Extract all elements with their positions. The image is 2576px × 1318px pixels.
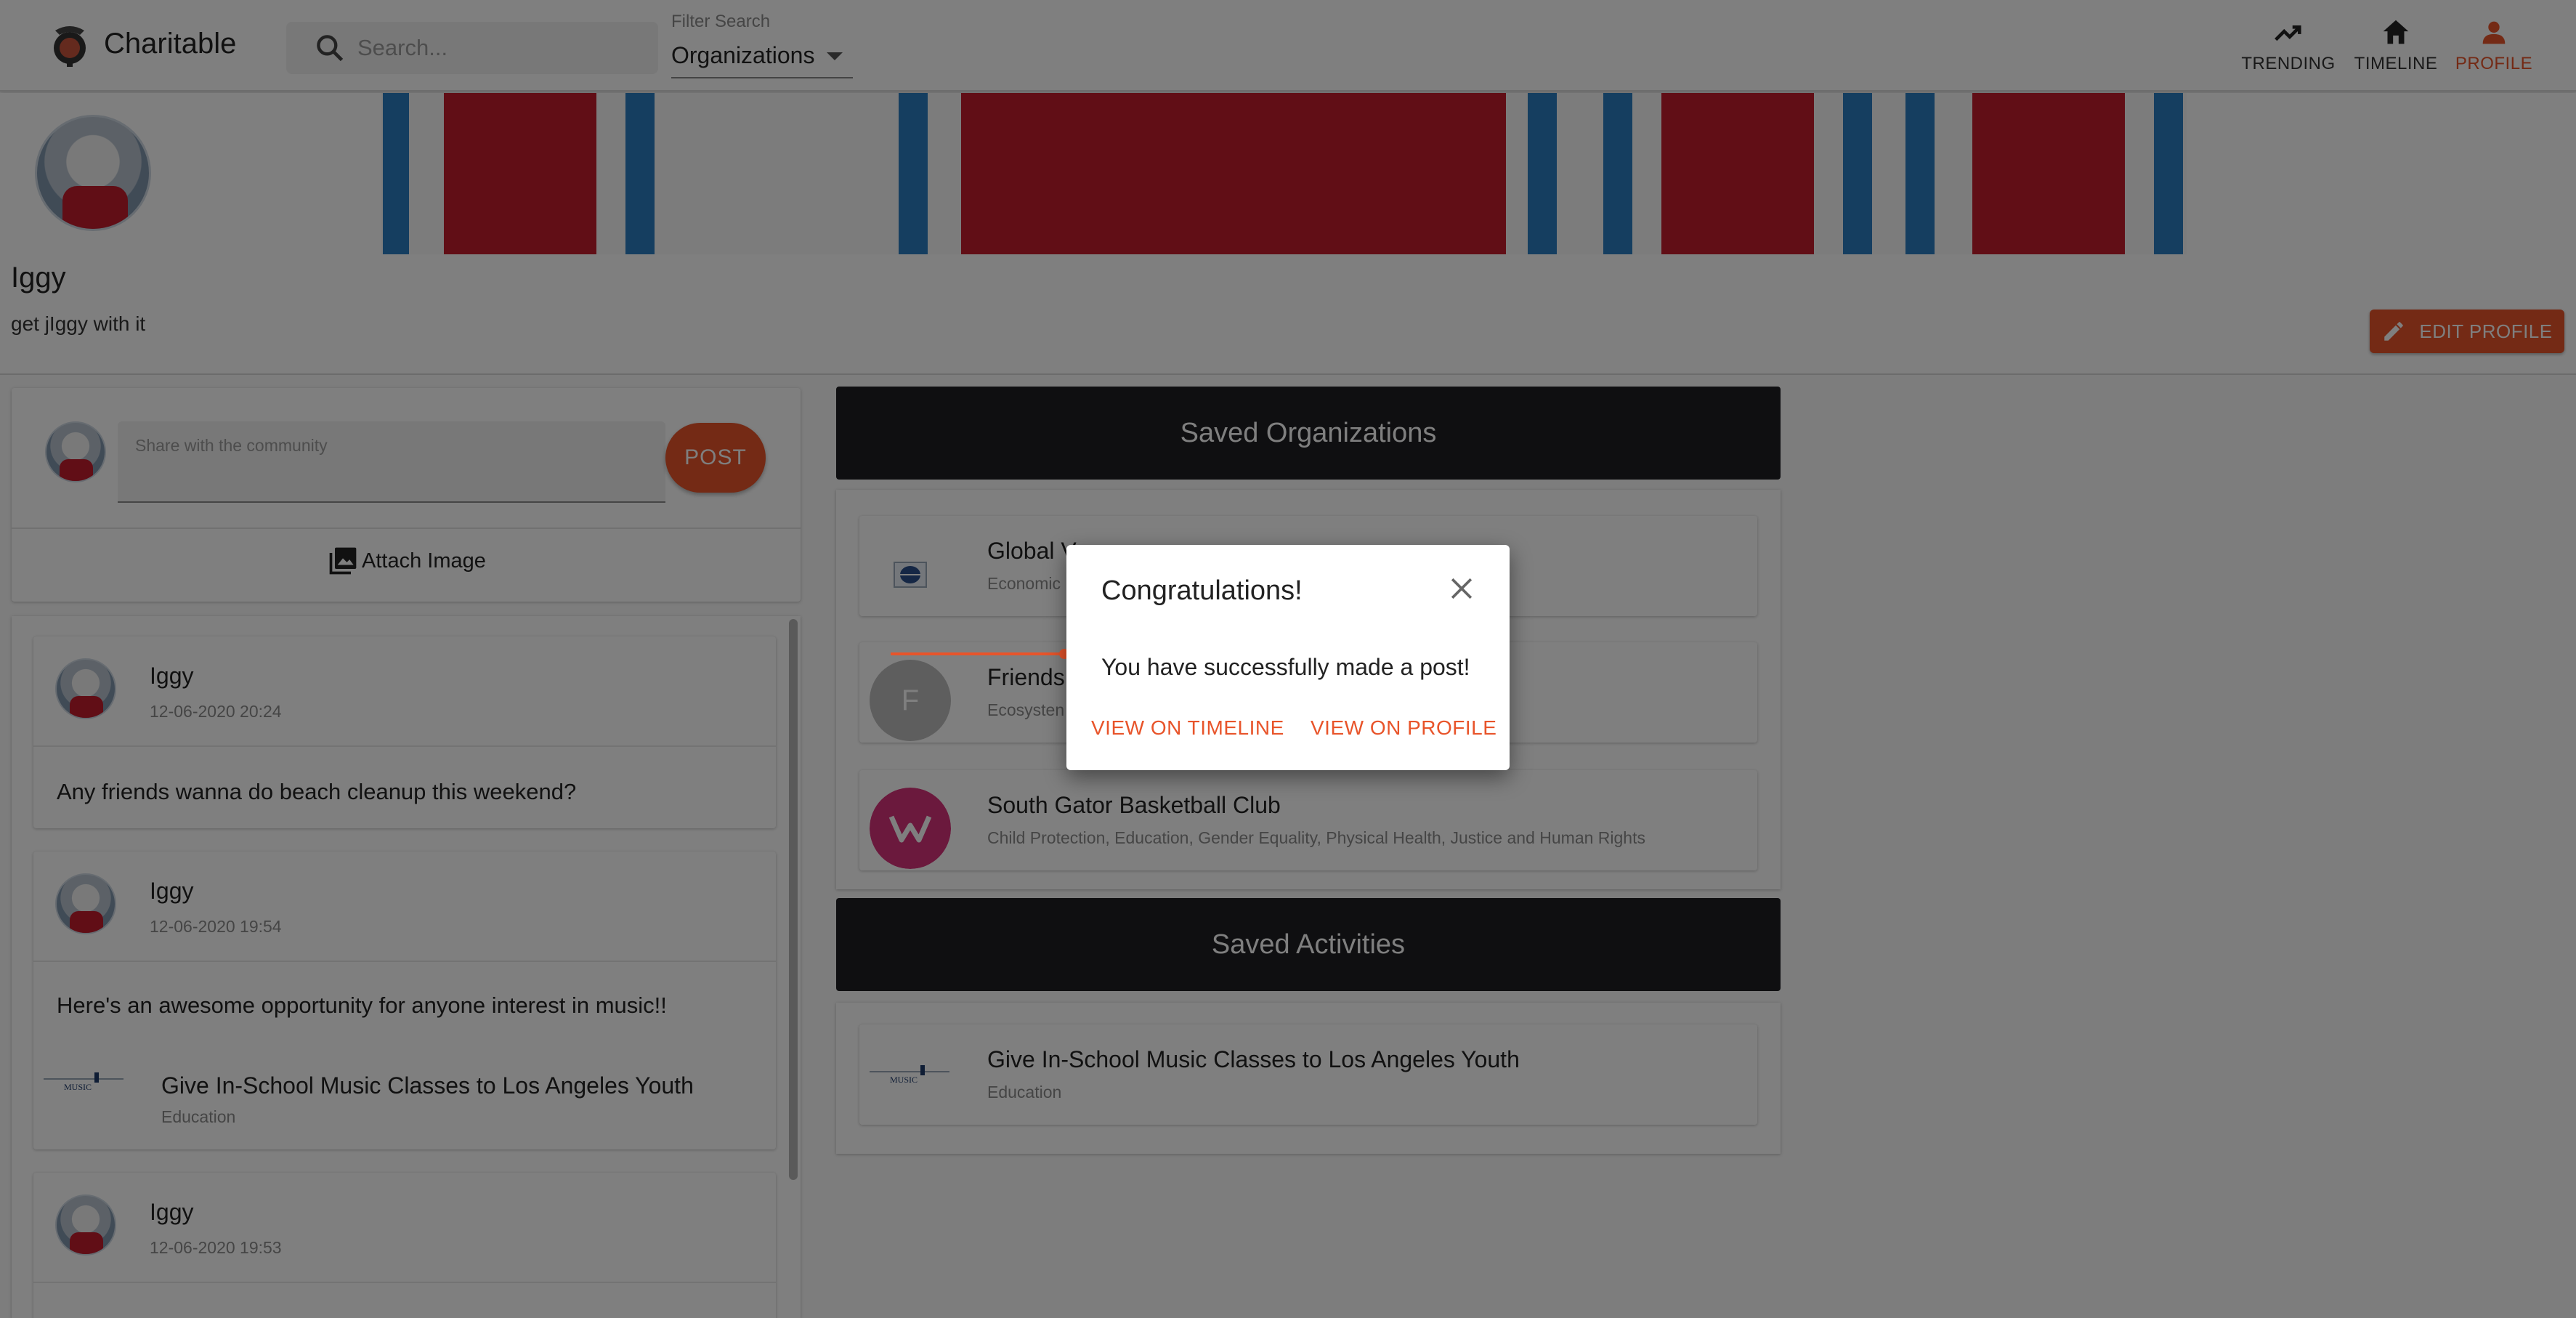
dialog-title: Congratulations! [1101, 575, 1303, 606]
view-on-timeline-button[interactable]: VIEW ON TIMELINE [1091, 716, 1284, 740]
view-on-profile-button[interactable]: VIEW ON PROFILE [1311, 716, 1496, 740]
close-icon[interactable] [1446, 573, 1478, 605]
pointer-line [891, 652, 1071, 655]
success-dialog: Congratulations! You have successfully m… [1066, 545, 1510, 770]
dialog-message: You have successfully made a post! [1101, 654, 1470, 680]
